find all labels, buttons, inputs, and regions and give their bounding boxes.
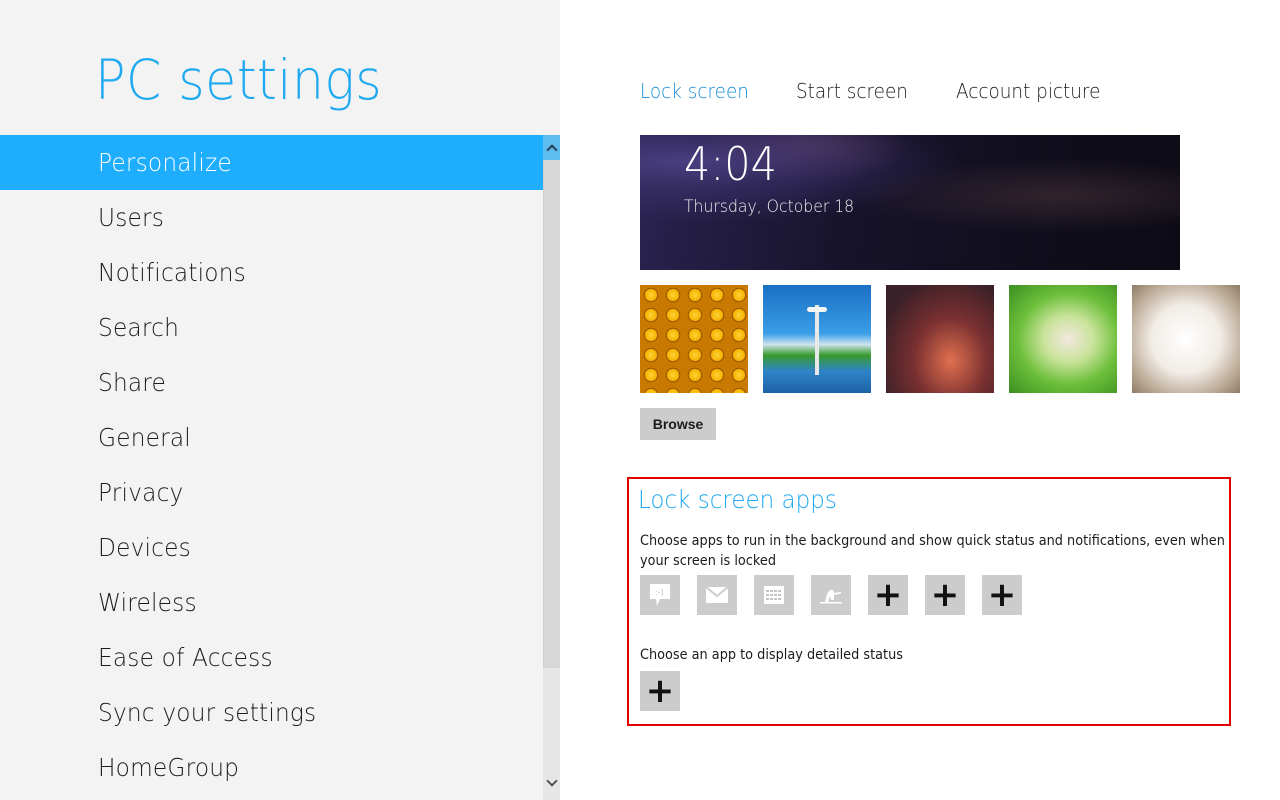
- sidebar-item-label: Share: [98, 368, 167, 397]
- main-content: Lock screen Start screen Account picture…: [560, 0, 1280, 800]
- thumbnail-anime-two-girls[interactable]: [1132, 285, 1240, 393]
- app-slot-messaging[interactable]: :-): [640, 575, 680, 615]
- tab-lock-screen[interactable]: Lock screen: [640, 79, 758, 103]
- page-title: PC settings: [95, 48, 383, 112]
- add-detailed-status-app[interactable]: +: [640, 671, 680, 711]
- add-app-slot-3[interactable]: +: [982, 575, 1022, 615]
- plus-icon: +: [930, 575, 960, 615]
- lock-screen-time: 4:04: [684, 137, 777, 191]
- svg-text::-): :-): [655, 588, 664, 597]
- sidebar-item-devices[interactable]: Devices: [0, 520, 543, 575]
- tab-label: Start screen: [796, 79, 909, 103]
- sidebar-item-label: Privacy: [98, 478, 184, 507]
- sidebar-item-label: Search: [98, 313, 179, 342]
- scroll-down-button[interactable]: [543, 774, 560, 792]
- lock-screen-apps-section: Lock screen apps Choose apps to run in t…: [627, 477, 1231, 726]
- sidebar: PC settings Personalize Users Notificati…: [0, 0, 560, 800]
- sidebar-item-label: Users: [98, 203, 165, 232]
- lock-screen-app-slots: :-) + + +: [640, 575, 1039, 615]
- thumbnail-anime-group[interactable]: [886, 285, 994, 393]
- personalize-tabs: Lock screen Start screen Account picture: [640, 79, 1151, 103]
- tab-label: Account picture: [956, 79, 1101, 103]
- app-slot-mail[interactable]: [697, 575, 737, 615]
- sidebar-item-label: Devices: [98, 533, 191, 562]
- sidebar-nav: Personalize Users Notifications Search S…: [0, 135, 543, 795]
- detailed-status-label: Choose an app to display detailed status: [640, 647, 903, 663]
- plus-icon: +: [987, 575, 1017, 615]
- sidebar-item-share[interactable]: Share: [0, 355, 543, 410]
- sidebar-item-privacy[interactable]: Privacy: [0, 465, 543, 520]
- calendar-icon: [764, 586, 784, 604]
- sidebar-item-search[interactable]: Search: [0, 300, 543, 355]
- messaging-icon: :-): [650, 584, 670, 606]
- scroll-up-button[interactable]: [543, 135, 560, 160]
- description-text: Choose apps to run in the background and…: [640, 533, 1225, 569]
- sidebar-item-sync-your-settings[interactable]: Sync your settings: [0, 685, 543, 740]
- sidebar-item-label: Wireless: [98, 588, 197, 617]
- sidebar-item-wireless[interactable]: Wireless: [0, 575, 543, 630]
- sidebar-item-label: Ease of Access: [98, 643, 273, 672]
- sidebar-item-users[interactable]: Users: [0, 190, 543, 245]
- sidebar-item-label: General: [98, 423, 191, 452]
- add-app-slot-1[interactable]: +: [868, 575, 908, 615]
- sidebar-item-homegroup[interactable]: HomeGroup: [0, 740, 543, 795]
- lock-screen-date: Thursday, October 18: [684, 197, 855, 217]
- app-slot-snowboard-app[interactable]: [811, 575, 851, 615]
- sidebar-scrollbar[interactable]: [543, 135, 560, 800]
- sidebar-item-general[interactable]: General: [0, 410, 543, 465]
- lock-screen-apps-description: Choose apps to run in the background and…: [640, 531, 1230, 571]
- sidebar-item-label: Personalize: [98, 148, 232, 177]
- tab-label: Lock screen: [640, 79, 749, 103]
- browse-button[interactable]: Browse: [640, 408, 716, 440]
- tab-account-picture[interactable]: Account picture: [956, 79, 1113, 103]
- plus-icon: +: [873, 575, 903, 615]
- thumbnail-honeycomb[interactable]: [640, 285, 748, 393]
- lock-screen-image-picker: [640, 285, 1255, 393]
- add-app-slot-2[interactable]: +: [925, 575, 965, 615]
- lock-screen-preview: 4:04 Thursday, October 18: [640, 135, 1180, 270]
- sidebar-item-ease-of-access[interactable]: Ease of Access: [0, 630, 543, 685]
- chevron-up-icon: [545, 143, 558, 156]
- app-slot-calendar[interactable]: [754, 575, 794, 615]
- mail-icon: [706, 587, 728, 603]
- chevron-down-icon: [545, 775, 558, 787]
- thumbnail-anime-girl-forest[interactable]: [1009, 285, 1117, 393]
- plus-icon: +: [645, 671, 675, 711]
- lock-screen-apps-heading: Lock screen apps: [638, 485, 837, 514]
- sidebar-item-label: HomeGroup: [98, 753, 240, 782]
- sidebar-item-label: Notifications: [98, 258, 246, 287]
- scroll-thumb[interactable]: [543, 160, 560, 668]
- sidebar-item-label: Sync your settings: [98, 698, 317, 727]
- tab-start-screen[interactable]: Start screen: [796, 79, 918, 103]
- snowboarder-app-icon: [820, 590, 842, 604]
- sidebar-item-notifications[interactable]: Notifications: [0, 245, 543, 300]
- sidebar-item-personalize[interactable]: Personalize: [0, 135, 543, 190]
- thumbnail-space-needle[interactable]: [763, 285, 871, 393]
